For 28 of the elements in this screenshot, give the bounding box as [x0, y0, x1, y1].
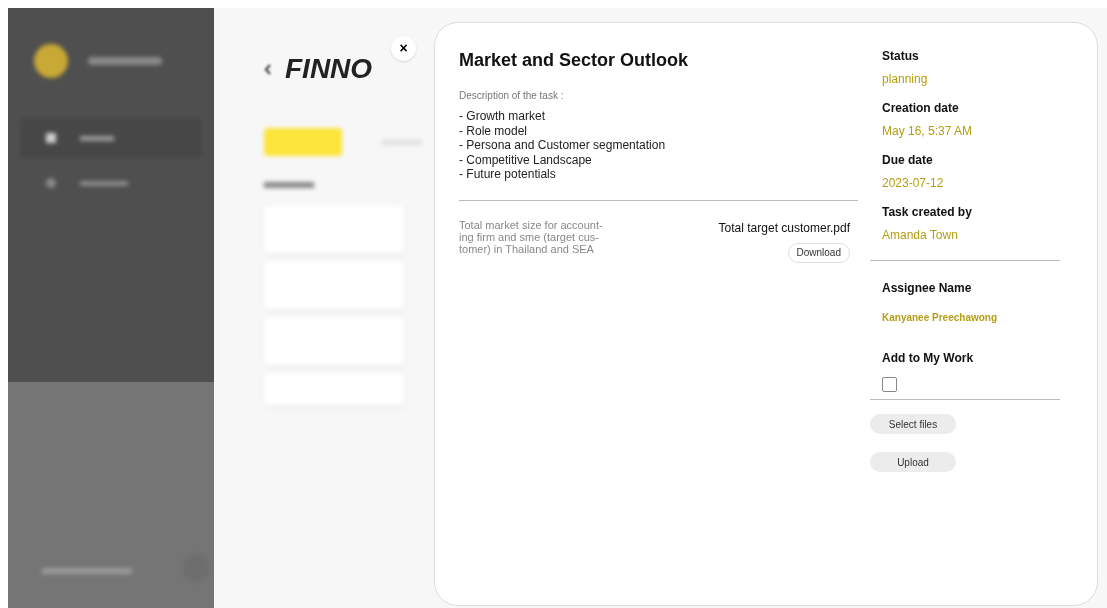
description-line: - Persona and Customer segmentation: [459, 138, 667, 153]
description-line: - Competitive Landscape: [459, 152, 593, 167]
description-line: - Role model: [459, 123, 529, 138]
attachment-description: Total market size for account-ing firm and sme (target cus-tomer) in Thailand and SEA: [459, 218, 604, 257]
description-label: Description of the task :: [459, 89, 565, 103]
field-label: Assignee Name: [882, 280, 973, 297]
file-name: Total target customer.pdf: [718, 219, 850, 237]
action-button[interactable]: Select files: [870, 414, 956, 434]
field-label: Creation date: [882, 100, 960, 117]
description-line: - Growth market: [459, 109, 546, 124]
brand-heading: FINNO: [285, 52, 373, 86]
field-value: Amanda Town: [882, 227, 959, 244]
field-label: Task created by: [882, 204, 973, 221]
action-button[interactable]: Upload: [870, 452, 956, 472]
field-value: 2023-07-12: [882, 175, 945, 192]
field-label: Add to My Work: [881, 350, 975, 367]
field-label: Due date: [882, 152, 934, 169]
back-icon[interactable]: [264, 63, 271, 75]
description-line: - Future potentials: [459, 167, 557, 182]
field-label: Status: [882, 48, 920, 65]
field-value: May 16, 5:37 AM: [882, 123, 974, 140]
download-button[interactable]: Download: [787, 242, 850, 263]
field-value: planning: [882, 71, 929, 88]
tab[interactable]: [264, 128, 342, 156]
checkbox[interactable]: [882, 377, 897, 392]
modal-title: Market and Sector Outlook: [459, 49, 690, 72]
logo-icon: [34, 44, 68, 78]
assignee-name: Kanyanee Preechawong: [882, 311, 999, 325]
